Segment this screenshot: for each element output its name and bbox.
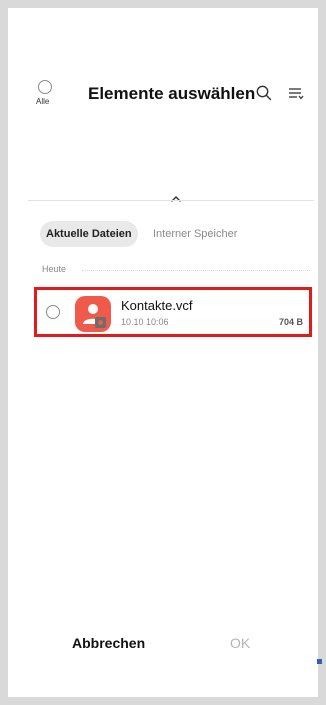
select-all-control[interactable]: Alle	[32, 68, 60, 120]
tab-recent-files[interactable]: Aktuelle Dateien	[40, 221, 138, 247]
tab-internal-storage[interactable]: Interner Speicher	[153, 221, 237, 247]
file-list-item[interactable]: Kontakte.vcf 10.10 10:06 704 B	[34, 287, 312, 337]
select-all-label: Alle	[36, 97, 50, 106]
sort-icon	[289, 88, 304, 100]
select-all-radio[interactable]	[38, 80, 52, 94]
file-date: 10.10 10:06	[121, 317, 169, 327]
page-title: Elemente auswählen	[88, 84, 256, 103]
search-icon	[256, 85, 272, 101]
header-divider	[28, 200, 314, 201]
contacts-file-icon	[75, 296, 111, 332]
status-indicator	[317, 659, 322, 664]
phone-screen: Alle Elemente auswählen Aktuelle Dateien…	[8, 8, 322, 697]
section-divider	[82, 270, 310, 271]
file-select-radio[interactable]	[46, 305, 60, 319]
section-label: Heute	[42, 264, 67, 274]
cancel-button[interactable]: Abbrechen	[72, 635, 145, 651]
file-name: Kontakte.vcf	[121, 298, 193, 313]
ok-button[interactable]: OK	[230, 635, 250, 651]
sort-button[interactable]	[285, 82, 307, 104]
search-button[interactable]	[253, 82, 275, 104]
file-size: 704 B	[278, 317, 303, 327]
